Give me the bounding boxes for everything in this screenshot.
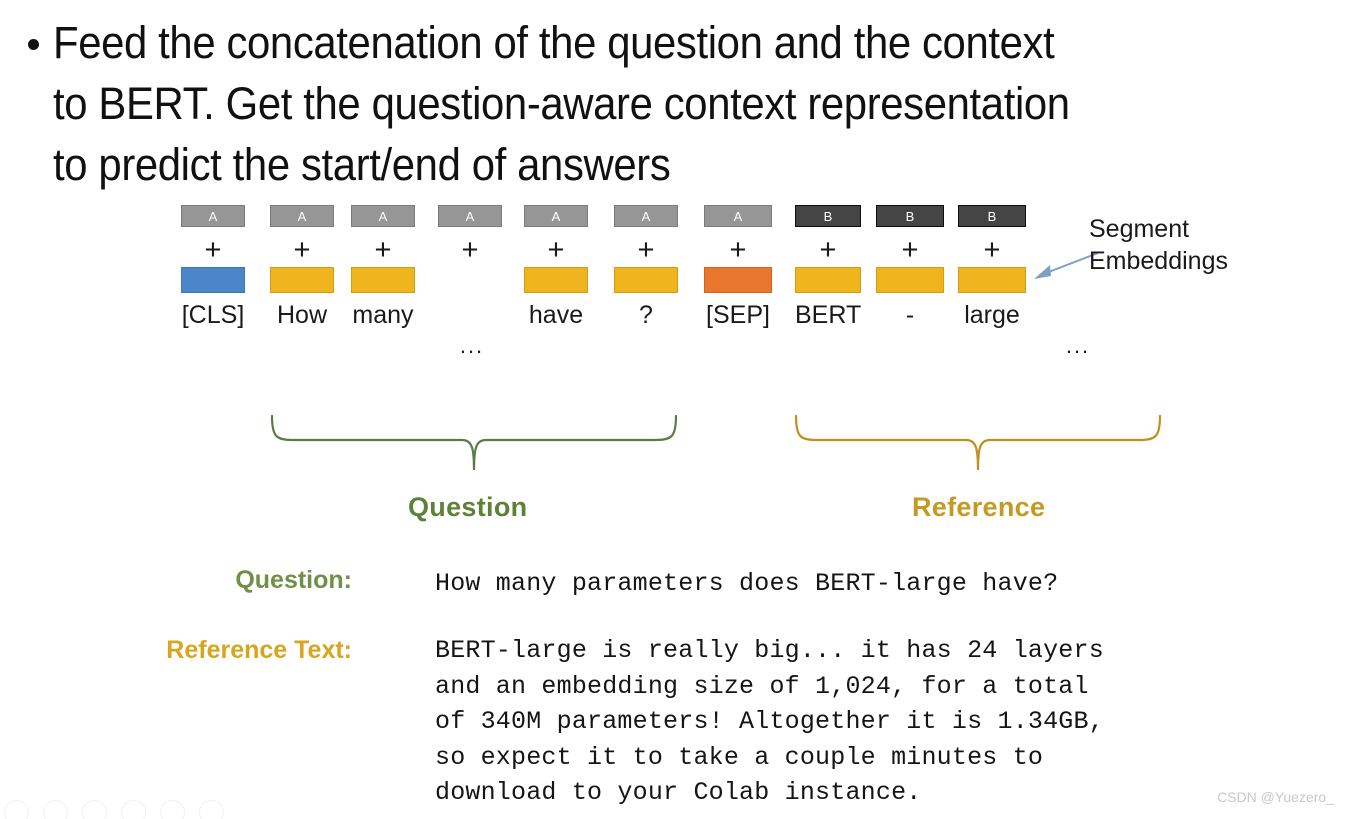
group-label-question: Question <box>408 492 528 522</box>
token-embedding-box <box>270 267 334 293</box>
token-column-cls: A + [CLS] <box>181 205 245 330</box>
plus-icon: + <box>901 234 919 266</box>
ghost-circle-icon-4 <box>121 799 146 819</box>
ghost-circle-icon-1 <box>4 799 29 819</box>
segment-box-a: A <box>181 205 245 227</box>
ghost-circle-icon-3 <box>82 799 107 819</box>
ghost-circle-icon-6 <box>199 799 224 819</box>
token-label: large <box>964 301 1020 329</box>
page-title: Feed the concatenation of the question a… <box>53 17 1070 190</box>
ghost-circle-icon-5 <box>160 799 185 819</box>
token-column-sep: A + [SEP] <box>704 205 772 330</box>
plus-icon: + <box>374 234 392 266</box>
token-label: [CLS] <box>181 301 245 329</box>
ellipsis-reference: ... <box>1065 333 1091 358</box>
token-label: have <box>528 301 584 329</box>
segment-box-b: B <box>795 205 861 227</box>
slide-bullet: Feed the concatenation of the question a… <box>28 12 1338 195</box>
token-column-large: B + large <box>958 205 1026 330</box>
slide-canvas: Feed the concatenation of the question a… <box>0 0 1346 819</box>
token-column-many: A + many <box>351 205 415 330</box>
token-embedding-box <box>614 267 678 293</box>
segment-embeddings-callout-label: Segment Embeddings <box>1089 215 1228 275</box>
plus-icon: + <box>819 234 837 266</box>
ghost-toolbar <box>0 789 224 819</box>
token-column-how: A + How <box>270 205 334 330</box>
plus-icon: + <box>547 234 565 266</box>
segment-box-a: A <box>524 205 588 227</box>
ghost-circle-icon-2 <box>43 799 68 819</box>
question-brace-icon <box>270 414 678 471</box>
reference-label: Reference Text: <box>166 636 352 664</box>
segment-box-a: A <box>704 205 772 227</box>
plus-icon: + <box>983 234 1001 266</box>
reference-brace-icon <box>794 414 1162 471</box>
token-column--: B + - <box>876 205 944 330</box>
segment-box-a: A <box>270 205 334 227</box>
token-label: many <box>352 301 414 329</box>
reference-text: BERT-large is really big... it has 24 la… <box>435 636 1104 807</box>
watermark: CSDN @Yuezero_ <box>1217 789 1334 805</box>
plus-icon: + <box>204 234 222 266</box>
token-label: BERT <box>795 301 862 329</box>
group-label-reference: Reference <box>912 492 1046 522</box>
token-label: - <box>905 301 915 329</box>
plus-icon: + <box>461 234 479 266</box>
token-embedding-box <box>524 267 588 293</box>
token-embedding-box <box>704 267 772 293</box>
token-label: [SEP] <box>706 301 770 329</box>
ellipsis-question: ... <box>459 333 485 358</box>
plus-icon: + <box>729 234 747 266</box>
plus-icon: + <box>293 234 311 266</box>
token-label: ? <box>639 301 653 329</box>
token-embedding-box <box>351 267 415 293</box>
token-embedding-box <box>958 267 1026 293</box>
segment-box-b: B <box>876 205 944 227</box>
segment-box-a: A <box>438 205 502 227</box>
segment-box-b: B <box>958 205 1026 227</box>
token-column-gap: A + <box>438 205 502 300</box>
token-embedding-box <box>795 267 861 293</box>
segment-box-a: A <box>351 205 415 227</box>
plus-icon: + <box>637 234 655 266</box>
segment-box-a: A <box>614 205 678 227</box>
bullet-dot-icon <box>28 39 39 50</box>
token-column-?: A +? <box>614 205 678 330</box>
question-label: Question: <box>235 566 352 594</box>
token-embedding-box <box>876 267 944 293</box>
token-column-have: A + have <box>524 205 588 330</box>
token-embedding-diagram: A + [CLS] A + How A + many A + A + have A +? A + [SEP] B + BE… <box>0 205 1346 415</box>
token-label: How <box>276 301 327 329</box>
question-text: How many parameters does BERT-large have… <box>435 569 1059 598</box>
token-embedding-box <box>181 267 245 293</box>
token-column-bert: B + BERT <box>795 205 861 330</box>
